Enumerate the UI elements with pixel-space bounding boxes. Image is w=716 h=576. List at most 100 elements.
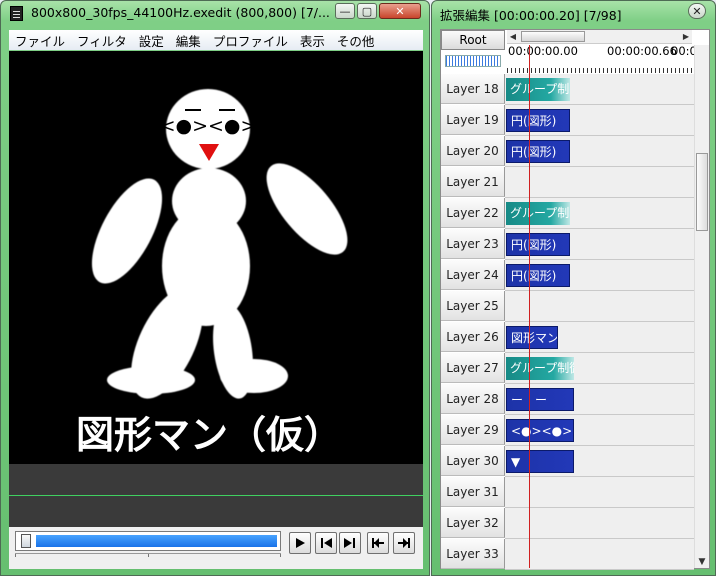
next-frame-button[interactable] (339, 532, 361, 554)
timeline-clip[interactable]: <●><●> (506, 419, 574, 442)
layer-label[interactable]: Layer 30 (441, 446, 505, 476)
layer-row: Layer 24 円(図形) (441, 260, 694, 291)
layer-label[interactable]: Layer 31 (441, 477, 505, 507)
go-start-button[interactable] (367, 532, 389, 554)
time-ruler[interactable] (507, 59, 694, 73)
layer-row: Layer 20 円(図形) (441, 136, 694, 167)
layer-lane[interactable] (505, 508, 694, 539)
layer-lane[interactable]: 円(図形) (505, 229, 694, 260)
layer-row: Layer 19 円(図形) (441, 105, 694, 136)
timeline-panel: Root ◀ ▶ 00:00:00.00 00:00:00.66 00:0 La… (440, 29, 710, 570)
minimize-button[interactable]: — (335, 3, 355, 19)
layer-label[interactable]: Layer 23 (441, 229, 505, 259)
layer-lane[interactable]: グループ制御 (505, 353, 694, 384)
right-arm (266, 163, 348, 255)
scroll-left-icon[interactable]: ◀ (507, 30, 519, 43)
menu-item-1[interactable]: フィルタ (71, 31, 133, 50)
timeline-clip[interactable]: 円(図形) (506, 264, 570, 287)
vscroll-thumb[interactable] (696, 153, 708, 231)
playhead[interactable] (529, 45, 530, 568)
layer-label[interactable]: Layer 26 (441, 322, 505, 352)
layer-lane[interactable] (505, 291, 694, 322)
layer-lane[interactable] (505, 539, 694, 570)
layer-row: Layer 22 グループ制 (441, 198, 694, 229)
timeline-vscroll[interactable]: ▼ (694, 45, 709, 568)
layer-lane[interactable]: ー ー (505, 384, 694, 415)
hscroll-thumb[interactable] (521, 31, 585, 42)
layer-lane[interactable] (505, 477, 694, 508)
scroll-down-icon[interactable]: ▼ (695, 557, 709, 567)
layer-label[interactable]: Layer 28 (441, 384, 505, 414)
layer-lane[interactable]: グループ制 (505, 198, 694, 229)
layer-row: Layer 18 グループ制 (441, 74, 694, 105)
layer-lane[interactable]: グループ制 (505, 74, 694, 105)
seek-slider[interactable] (15, 531, 281, 551)
menu-item-5[interactable]: 表示 (294, 31, 331, 50)
menu-item-0[interactable]: ファイル (9, 31, 71, 50)
layer-label[interactable]: Layer 32 (441, 508, 505, 538)
time-mid-label: 00:00:00.66 (607, 44, 677, 58)
layer-lane[interactable]: ▼ (505, 446, 694, 477)
play-button[interactable] (289, 532, 311, 554)
timeline-clip[interactable]: グループ制 (506, 202, 570, 225)
layer-row: Layer 23 円(図形) (441, 229, 694, 260)
timeline-close-button[interactable]: ✕ (688, 3, 706, 19)
caption-text: 図形マン（仮） (76, 413, 342, 457)
preview-canvas[interactable]: <●><●> 図形マン（仮） (9, 51, 423, 464)
timeline-clip[interactable]: ー ー (506, 388, 574, 411)
layer-label[interactable]: Layer 18 (441, 74, 505, 104)
timeline-clip[interactable]: ▼ (506, 450, 574, 473)
seek-slider-thumb[interactable] (21, 534, 31, 548)
timeline-window-title: 拡張編集 [00:00:00.20] [7/98] (440, 8, 622, 23)
left-eyebrow (185, 109, 201, 111)
timeline-clip[interactable]: 図形マン (506, 326, 558, 349)
menu-item-3[interactable]: 編集 (170, 31, 207, 50)
layer-label[interactable]: Layer 24 (441, 260, 505, 290)
menu-item-2[interactable]: 設定 (133, 31, 170, 50)
layer-lane[interactable]: <●><●> (505, 415, 694, 446)
layer-label[interactable]: Layer 20 (441, 136, 505, 166)
close-button[interactable]: ✕ (379, 3, 421, 19)
preview-titlebar[interactable]: 800x800_30fps_44100Hz.exedit (800,800) [… (1, 1, 429, 25)
timeline-hscroll[interactable]: ◀ ▶ (507, 30, 692, 44)
left-foot (107, 366, 195, 394)
layer-label[interactable]: Layer 33 (441, 539, 505, 569)
skip-start-icon (372, 538, 384, 548)
timeline-titlebar[interactable]: 拡張編集 [00:00:00.20] [7/98] ✕ (432, 1, 715, 25)
right-foot (220, 359, 288, 393)
seek-ticks (15, 553, 281, 562)
prev-frame-button[interactable] (315, 532, 337, 554)
timeline-clip[interactable]: グループ制 (506, 78, 570, 101)
maximize-button[interactable]: ▢ (357, 3, 377, 19)
figure-body (91, 89, 348, 399)
layer-label[interactable]: Layer 27 (441, 353, 505, 383)
time-end-label: 00:0 (671, 44, 697, 58)
layer-lane[interactable]: 円(図形) (505, 260, 694, 291)
layer-lane[interactable]: 円(図形) (505, 136, 694, 167)
preview-window-title: 800x800_30fps_44100Hz.exedit (800,800) [… (31, 5, 330, 20)
timeline-clip[interactable]: グループ制御 (506, 357, 574, 380)
layer-lane[interactable]: 図形マン (505, 322, 694, 353)
layer-label[interactable]: Layer 29 (441, 415, 505, 445)
menu-item-4[interactable]: プロファイル (207, 31, 294, 50)
guide-line (9, 495, 423, 496)
timeline-clip[interactable]: 円(図形) (506, 233, 570, 256)
timeline-clip[interactable]: 円(図形) (506, 140, 570, 163)
layer-row: Layer 29 <●><●> (441, 415, 694, 446)
menu-item-6[interactable]: その他 (331, 31, 381, 50)
scroll-right-icon[interactable]: ▶ (680, 30, 692, 43)
film-icon (10, 6, 23, 21)
go-end-button[interactable] (393, 532, 415, 554)
root-button[interactable]: Root (441, 30, 505, 50)
layer-row: Layer 21 (441, 167, 694, 198)
timeline-clip[interactable]: 円(図形) (506, 109, 570, 132)
layer-label[interactable]: Layer 19 (441, 105, 505, 135)
layer-lane[interactable] (505, 167, 694, 198)
layer-lane[interactable]: 円(図形) (505, 105, 694, 136)
zoom-bar[interactable] (445, 55, 501, 67)
timeline-window: 拡張編集 [00:00:00.20] [7/98] ✕ Root ◀ ▶ 00:… (431, 0, 716, 576)
layer-label[interactable]: Layer 25 (441, 291, 505, 321)
layer-label[interactable]: Layer 21 (441, 167, 505, 197)
preview-window: 800x800_30fps_44100Hz.exedit (800,800) [… (0, 0, 430, 576)
layer-label[interactable]: Layer 22 (441, 198, 505, 228)
